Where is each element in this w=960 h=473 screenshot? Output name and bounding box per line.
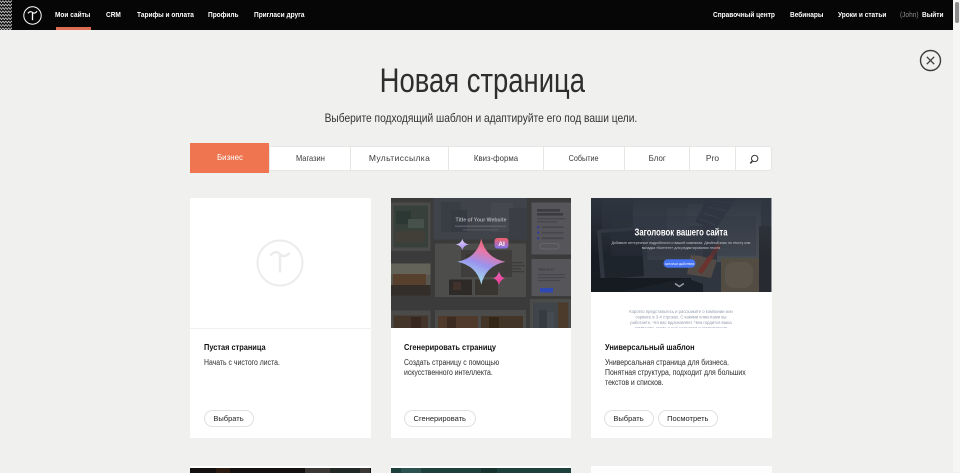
svg-text:Title of Your Website: Title of Your Website	[455, 217, 506, 223]
svg-text:сервисе в 3-4 строках. С каким: сервисе в 3-4 строках. С какими клиентам…	[636, 314, 727, 319]
svg-text:вкладка «Контент» для редактир: вкладка «Контент» для редактирования тек…	[642, 245, 721, 249]
svg-text:AI: AI	[498, 240, 505, 247]
svg-text:ЗАПОЛНИ ДЕЙСТВИЯ: ЗАПОЛНИ ДЕЙСТВИЯ	[665, 261, 695, 265]
svg-text:работаете, что вас вдохновляет: работаете, что вас вдохновляет. Чем горд…	[630, 320, 732, 325]
svg-text:Коротко представьтесь и расска: Коротко представьтесь и расскажите о ком…	[629, 309, 733, 314]
svg-text:Добавьте интересные подробност: Добавьте интересные подробности о вашей …	[612, 241, 751, 245]
svg-text:Заголовок вашего сайта: Заголовок вашего сайта	[635, 227, 728, 238]
svg-text:About us: About us	[538, 267, 554, 271]
svg-text:компания, какие у неё ценности: компания, какие у неё ценности и устремл…	[635, 325, 727, 328]
